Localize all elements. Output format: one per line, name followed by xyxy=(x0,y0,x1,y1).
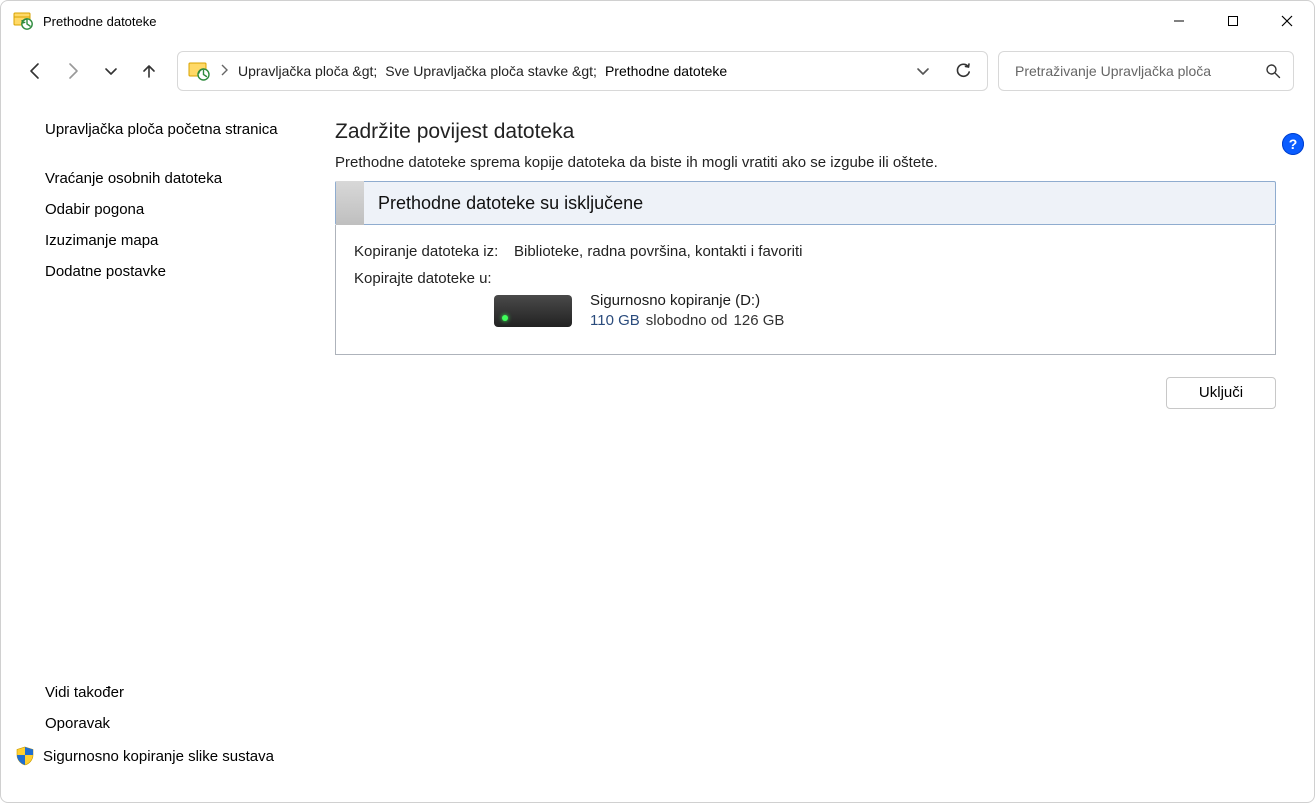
up-button[interactable] xyxy=(139,61,159,81)
copy-from-value: Biblioteke, radna površina, kontakti i f… xyxy=(514,243,802,260)
sidebar: Upravljačka ploča početna stranica Vraća… xyxy=(39,115,331,772)
drive-name: Sigurnosno kopiranje (D:) xyxy=(590,291,784,311)
drive-icon xyxy=(494,295,572,327)
breadcrumb-all-items[interactable]: Sve Upravljačka ploča stavke &gt; xyxy=(385,63,597,79)
title-bar: Prethodne datoteke xyxy=(1,1,1314,41)
maximize-button[interactable] xyxy=(1206,1,1260,41)
refresh-button[interactable] xyxy=(947,52,979,90)
address-history-button[interactable] xyxy=(907,52,939,90)
drive-free-text: slobodno od xyxy=(646,311,728,331)
breadcrumb-control-panel[interactable]: Upravljačka ploča &gt; xyxy=(238,63,377,79)
shield-icon xyxy=(15,746,35,766)
drive-free-amount: 110 GB xyxy=(590,311,640,331)
help-button[interactable]: ? xyxy=(1282,133,1304,155)
status-banner: Prethodne datoteke su isključene xyxy=(335,181,1276,225)
back-button[interactable] xyxy=(25,61,45,81)
sidebar-control-panel-home[interactable]: Upravljačka ploča početna stranica xyxy=(45,121,321,138)
sidebar-link-recovery[interactable]: Oporavak xyxy=(45,715,321,732)
app-icon xyxy=(13,11,33,31)
details-panel: Kopiranje datoteka iz: Biblioteke, radna… xyxy=(335,225,1276,355)
sidebar-link-exclude[interactable]: Izuzimanje mapa xyxy=(45,232,321,249)
search-box[interactable] xyxy=(998,51,1294,91)
copy-from-label: Kopiranje datoteka iz: xyxy=(354,243,504,260)
drive-total-amount: 126 GB xyxy=(734,311,785,331)
forward-button[interactable] xyxy=(63,61,83,81)
breadcrumb-current[interactable]: Prethodne datoteke xyxy=(605,63,727,79)
close-button[interactable] xyxy=(1260,1,1314,41)
sidebar-link-restore[interactable]: Vraćanje osobnih datoteka xyxy=(45,170,321,187)
chevron-right-icon xyxy=(218,64,230,79)
search-icon[interactable] xyxy=(1263,61,1283,81)
copy-to-label: Kopirajte datoteke u: xyxy=(354,270,504,287)
see-also-heading: Vidi također xyxy=(45,684,321,701)
recent-locations-button[interactable] xyxy=(101,61,121,81)
page-heading: Zadržite povijest datoteka xyxy=(335,120,1276,144)
minimize-button[interactable] xyxy=(1152,1,1206,41)
turn-on-button[interactable]: Uključi xyxy=(1166,377,1276,409)
window-title: Prethodne datoteke xyxy=(43,14,1152,29)
navigation-row: Upravljačka ploča &gt; Sve Upravljačka p… xyxy=(1,41,1314,101)
main-panel: Zadržite povijest datoteka Prethodne dat… xyxy=(331,115,1276,772)
sidebar-link-advanced[interactable]: Dodatne postavke xyxy=(45,263,321,280)
folder-history-icon xyxy=(188,60,210,82)
page-subtitle: Prethodne datoteke sprema kopije datotek… xyxy=(335,154,1276,171)
search-input[interactable] xyxy=(1013,62,1263,80)
status-icon xyxy=(336,181,364,225)
status-text: Prethodne datoteke su isključene xyxy=(378,193,643,214)
sidebar-link-select-drive[interactable]: Odabir pogona xyxy=(45,201,321,218)
address-bar[interactable]: Upravljačka ploča &gt; Sve Upravljačka p… xyxy=(177,51,988,91)
sidebar-link-system-image-backup[interactable]: Sigurnosno kopiranje slike sustava xyxy=(43,748,274,765)
